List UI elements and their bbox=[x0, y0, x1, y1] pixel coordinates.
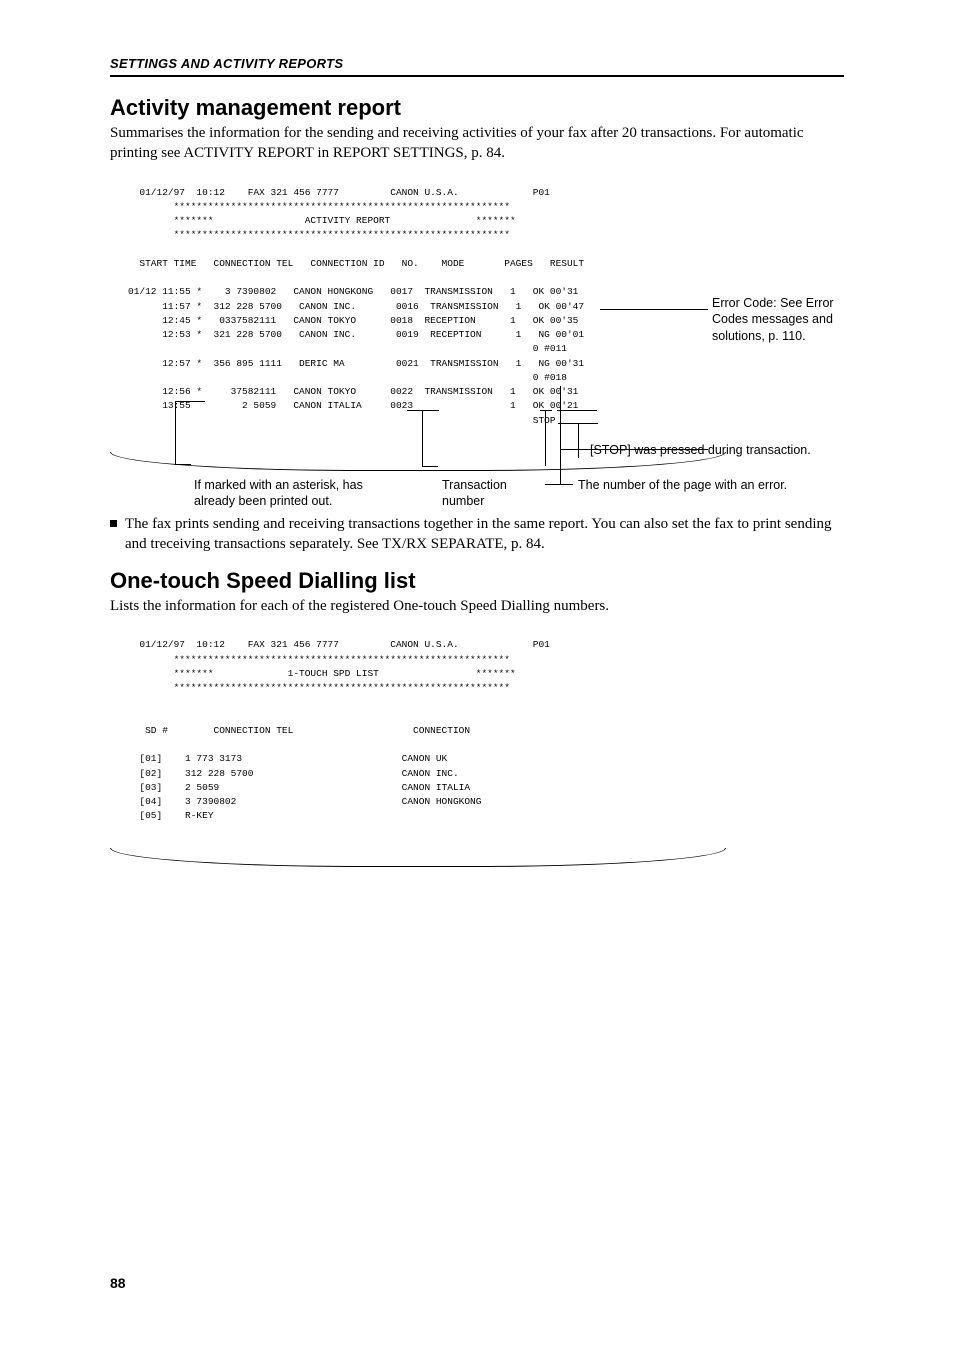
report-stars: ****************************************… bbox=[128, 681, 708, 695]
section-title-onetouch: One-touch Speed Dialling list bbox=[110, 568, 844, 594]
report-stars: ****************************************… bbox=[128, 653, 708, 667]
report-row: [02] 312 228 5700 CANON INC. bbox=[128, 767, 708, 781]
bullet-note: The fax prints sending and receiving tra… bbox=[110, 514, 844, 555]
running-header: SETTINGS AND ACTIVITY REPORTS bbox=[110, 56, 844, 71]
bullet-text: The fax prints sending and receiving tra… bbox=[125, 514, 844, 555]
report-row: [04] 3 7390802 CANON HONGKONG bbox=[128, 795, 708, 809]
onetouch-report-printout: 01/12/97 10:12 FAX 321 456 7777 CANON U.… bbox=[110, 628, 726, 865]
callout-transaction: Transaction number bbox=[442, 477, 552, 511]
callouts-layer: Error Code: See Error Codes messages and… bbox=[110, 176, 844, 506]
report-title-line: ******* 1-TOUCH SPD LIST ******* bbox=[128, 667, 708, 681]
callout-asterisk: If marked with an asterisk, has already … bbox=[194, 477, 394, 511]
tearoff-edge bbox=[110, 848, 726, 867]
section-para-onetouch: Lists the information for each of the re… bbox=[110, 596, 844, 616]
callout-page-error: The number of the page with an error. bbox=[578, 477, 848, 494]
section-title-activity: Activity management report bbox=[110, 95, 844, 121]
report-columns: SD # CONNECTION TEL CONNECTION bbox=[128, 724, 708, 738]
report-row: [05] R-KEY bbox=[128, 809, 708, 823]
report-row: [01] 1 773 3173 CANON UK bbox=[128, 752, 708, 766]
callout-error-code: Error Code: See Error Codes messages and… bbox=[712, 295, 872, 346]
section-para-activity: Summarises the information for the sendi… bbox=[110, 123, 844, 164]
report-row: [03] 2 5059 CANON ITALIA bbox=[128, 781, 708, 795]
callout-stop: [STOP] was pressed during transaction. bbox=[590, 442, 840, 459]
square-bullet-icon bbox=[110, 520, 117, 527]
page-number: 88 bbox=[110, 1275, 126, 1291]
header-rule bbox=[110, 75, 844, 77]
report-header-line: 01/12/97 10:12 FAX 321 456 7777 CANON U.… bbox=[128, 638, 708, 652]
